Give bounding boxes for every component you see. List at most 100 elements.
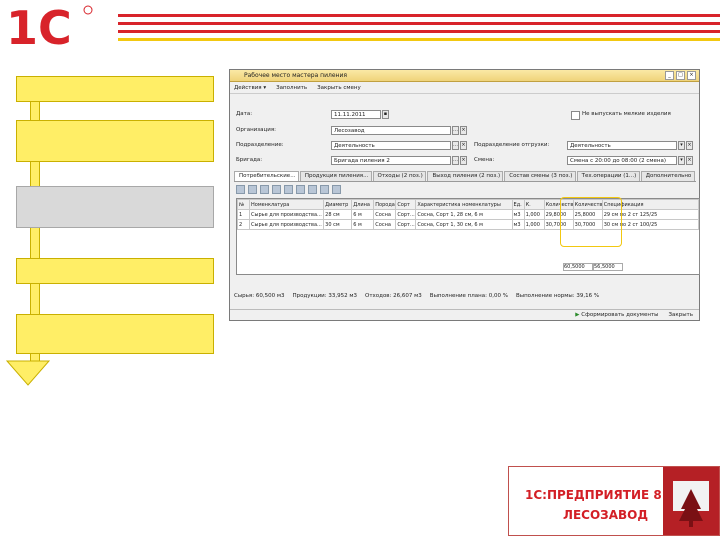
- checkbox[interactable]: [571, 111, 580, 120]
- table-cell: Сосна, Сорт 1, 30 см, 6 м: [415, 219, 513, 230]
- norm-completion: Выполнение нормы: 39,16 %: [515, 293, 600, 299]
- sort-icon[interactable]: [308, 184, 317, 194]
- shift-field[interactable]: Смена с 20:00 до 08:00 (2 смена): [567, 156, 677, 165]
- table-cell: Сорт...: [395, 209, 417, 220]
- flow-connector: [30, 284, 40, 314]
- minimize-icon[interactable]: _: [665, 71, 674, 80]
- product-line-2: ЛЕСОЗАВОД: [563, 508, 649, 522]
- date-field[interactable]: 11.11.2011: [331, 110, 381, 119]
- column-header[interactable]: Номенклатура: [249, 199, 325, 210]
- totals-bar: Сырья: 60,500 м3 Продукции: 33,952 м3 От…: [234, 293, 696, 299]
- chevron-down-icon[interactable]: ▾: [678, 141, 685, 150]
- tab-raw[interactable]: Потребительские...: [234, 171, 299, 181]
- menu-actions[interactable]: Действия ▾: [234, 85, 266, 91]
- select-button[interactable]: …: [452, 141, 459, 150]
- table-cell: 2: [236, 219, 251, 230]
- division-field[interactable]: Деятельность: [331, 141, 451, 150]
- column-header[interactable]: Сорт: [395, 199, 417, 210]
- select-button[interactable]: …: [452, 156, 459, 165]
- table-cell: 1: [236, 209, 251, 220]
- total-waste: Отходов: 26,607 м3: [364, 293, 422, 299]
- play-icon: ▶: [575, 312, 580, 318]
- fill-icon[interactable]: [320, 184, 329, 194]
- select-icon[interactable]: [332, 184, 341, 194]
- close-icon[interactable]: ×: [687, 71, 696, 80]
- banner-stripe: [118, 38, 720, 41]
- clear-icon[interactable]: ×: [460, 156, 467, 165]
- product-logo: 1С:ПРЕДПРИЯТИЕ 8 ЛЕСОЗАВОД: [508, 466, 720, 536]
- table-toolbar: [236, 184, 386, 194]
- tab-waste[interactable]: Отходы (2 поз.): [372, 171, 427, 181]
- date-label: Дата:: [236, 111, 253, 117]
- division-label: Подразделение:: [236, 142, 284, 148]
- clear-icon[interactable]: ×: [460, 126, 467, 135]
- tab-additional[interactable]: Дополнительно: [640, 171, 695, 181]
- chevron-down-icon[interactable]: ▾: [678, 156, 685, 165]
- column-header[interactable]: Длина: [351, 199, 375, 210]
- table-cell: 30 см: [323, 219, 353, 230]
- table-cell: Сосна: [373, 209, 397, 220]
- window-titlebar: Рабочее место мастера пиления _ □ ×: [230, 70, 699, 82]
- table-cell: м3: [511, 219, 525, 230]
- down-arrow-icon: [6, 360, 50, 386]
- add-row-icon[interactable]: [236, 184, 245, 194]
- move-down-icon[interactable]: [296, 184, 305, 194]
- table-cell: 1,000: [523, 219, 545, 230]
- clear-icon[interactable]: ×: [686, 156, 693, 165]
- calendar-icon[interactable]: ▪: [382, 110, 389, 119]
- copy-row-icon[interactable]: [248, 184, 257, 194]
- flow-connector: [30, 228, 40, 258]
- table-cell: 6 м: [351, 209, 375, 220]
- delete-row-icon[interactable]: [272, 184, 281, 194]
- column-header[interactable]: Ед.: [511, 199, 525, 210]
- banner-stripe: [118, 30, 720, 33]
- footer-fact-total: 56,5000: [593, 263, 623, 271]
- clear-icon[interactable]: ×: [460, 141, 467, 150]
- table-row[interactable]: 2 Сырье для производства... 30 см 6 м Со…: [236, 219, 700, 230]
- svg-text:1С: 1С: [6, 4, 72, 50]
- clear-icon[interactable]: ×: [686, 141, 693, 150]
- close-button[interactable]: Закрыть: [669, 312, 694, 318]
- brigade-label: Бригада:: [236, 157, 263, 163]
- shift-label: Смена:: [474, 157, 495, 163]
- window-title: Рабочее место мастера пиления: [244, 72, 347, 79]
- menu-bar: Действия ▾ Заполнить Закрыть смену: [230, 82, 699, 94]
- table-footer: 60,5000 56,5000: [563, 263, 623, 271]
- flow-connector: [30, 102, 40, 120]
- column-header[interactable]: Диаметр: [323, 199, 353, 210]
- menu-close-shift[interactable]: Закрыть смену: [317, 85, 361, 91]
- table-cell: 1,000: [523, 209, 545, 220]
- tab-output[interactable]: Выход пиления (2 поз.): [427, 171, 504, 181]
- table-cell: 28 см: [323, 209, 353, 220]
- column-header[interactable]: №: [236, 199, 251, 210]
- highlight-frame: [560, 197, 622, 247]
- brigade-field[interactable]: Бригада пиления 2: [331, 156, 451, 165]
- organization-field[interactable]: Лесозавод: [331, 126, 451, 135]
- sawmill-division-field[interactable]: Деятельность: [567, 141, 677, 150]
- table-cell: Сырье для производства...: [249, 209, 325, 220]
- table-header-row: № Номенклатура Диаметр Длина Порода Сорт…: [236, 199, 700, 210]
- tab-staff[interactable]: Состав смены (3 поз.): [504, 171, 576, 181]
- select-button[interactable]: …: [452, 126, 459, 135]
- raw-materials-table: № Номенклатура Диаметр Длина Порода Сорт…: [236, 198, 700, 275]
- maximize-icon[interactable]: □: [676, 71, 685, 80]
- column-header[interactable]: Характеристика номенклатуры: [415, 199, 513, 210]
- column-header[interactable]: К.: [523, 199, 545, 210]
- column-header[interactable]: Порода: [373, 199, 397, 210]
- footer-plan-total: 60,5000: [563, 263, 593, 271]
- table-cell: Сосна: [373, 219, 397, 230]
- total-raw: Сырья: 60,500 м3: [234, 293, 285, 299]
- generate-documents-button[interactable]: ▶ Сформировать документы: [575, 312, 658, 318]
- generate-documents-label: Сформировать документы: [581, 312, 659, 318]
- move-up-icon[interactable]: [284, 184, 293, 194]
- flow-step: [16, 258, 214, 284]
- tab-products[interactable]: Продукция пиления...: [299, 171, 372, 181]
- table-cell: м3: [511, 209, 525, 220]
- edit-row-icon[interactable]: [260, 184, 269, 194]
- tab-operations[interactable]: Тех.операции (1...): [576, 171, 640, 181]
- table-row[interactable]: 1 Сырье для производства... 28 см 6 м Со…: [236, 209, 700, 220]
- table-cell: Сосна, Сорт 1, 28 см, 6 м: [415, 209, 513, 220]
- product-line-1: 1С:ПРЕДПРИЯТИЕ 8: [525, 488, 662, 502]
- menu-fill[interactable]: Заполнить: [276, 85, 307, 91]
- 1c-logo: 1С: [6, 4, 93, 50]
